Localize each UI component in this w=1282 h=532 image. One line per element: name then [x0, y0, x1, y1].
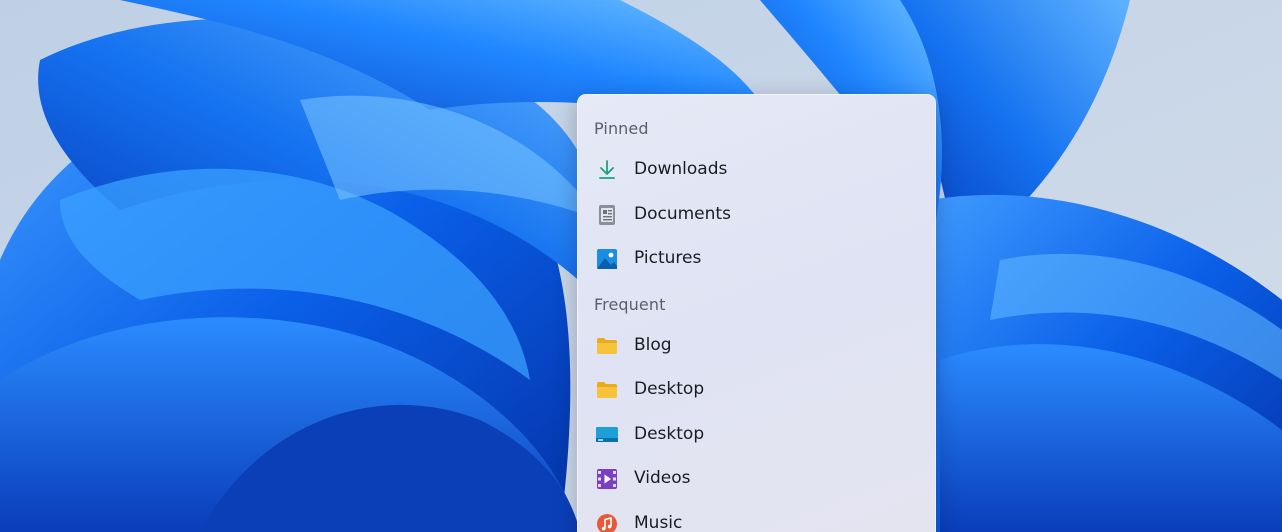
jump-item-label: Pictures [634, 248, 702, 268]
jump-item-videos[interactable]: Videos [578, 459, 935, 499]
pictures-icon [597, 249, 617, 269]
jump-item-blog[interactable]: Blog [578, 326, 935, 366]
folder-icon [597, 382, 617, 398]
folder-icon [597, 338, 617, 354]
jump-item-desktop-folder[interactable]: Desktop [578, 370, 935, 410]
jump-item-desktop[interactable]: Desktop [578, 415, 935, 455]
videos-icon [597, 469, 617, 489]
jump-item-pictures[interactable]: Pictures [578, 239, 935, 279]
jump-item-label: Desktop [634, 424, 705, 444]
jump-item-label: Downloads [634, 159, 728, 179]
music-icon [597, 514, 617, 532]
desktop: Pinned Downloads Documents Pictures Freq… [0, 0, 1282, 532]
download-icon [599, 160, 615, 179]
jump-item-music[interactable]: Music [578, 504, 935, 532]
jump-item-label: Documents [634, 204, 731, 224]
pinned-section-label: Pinned [594, 119, 649, 138]
jump-item-documents[interactable]: Documents [578, 195, 935, 235]
jump-list-panel: Pinned Downloads Documents Pictures Freq… [577, 94, 936, 532]
jump-item-downloads[interactable]: Downloads [578, 150, 935, 190]
frequent-section-label: Frequent [594, 295, 666, 314]
document-icon [599, 205, 615, 225]
jump-item-label: Videos [634, 468, 691, 488]
jump-item-label: Music [634, 513, 683, 532]
jump-item-label: Blog [634, 335, 672, 355]
desktop-icon [596, 427, 618, 442]
jump-item-label: Desktop [634, 379, 705, 399]
